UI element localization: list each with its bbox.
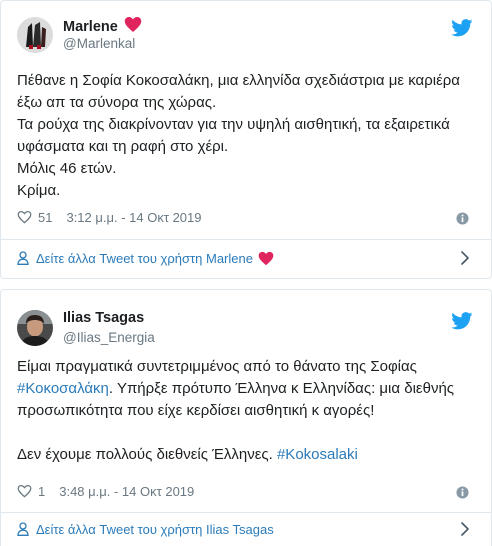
- info-icon[interactable]: [456, 486, 469, 499]
- chevron-right-icon[interactable]: [461, 251, 469, 265]
- tweet-meta: 51 3:12 μ.μ. - 14 Οκτ 2019: [17, 208, 202, 226]
- tweet-text-line: Μόλις 46 ετών.: [17, 160, 117, 177]
- tweet-text-line: υφάσματα και τη ραφή στο χέρι.: [17, 138, 229, 155]
- tweet-text: Είμαι πραγματικά συντετριμμένος από το θ…: [17, 356, 477, 466]
- info-icon[interactable]: [456, 212, 469, 225]
- more-tweets-link[interactable]: Δείτε άλλα Tweet του χρήστη Ilias Tsagas: [17, 519, 475, 539]
- author-name-text[interactable]: Marlene: [63, 19, 118, 35]
- tweet-card-ilias: Ilias Tsagas @Ilias_Energia Είμαι πραγμα…: [0, 289, 492, 546]
- user-icon: [17, 251, 29, 265]
- hashtag-link[interactable]: #Kokosalaki: [277, 446, 358, 463]
- tweet-text: Πέθανε η Σοφία Κοκοσαλάκη, μια ελληνίδα …: [17, 70, 477, 202]
- author-handle[interactable]: @Ilias_Energia: [63, 330, 155, 345]
- user-icon: [17, 522, 29, 536]
- like-heart-icon[interactable]: [17, 210, 32, 224]
- red-heart-icon: [258, 251, 274, 265]
- author-name[interactable]: Ilias Tsagas: [63, 310, 144, 326]
- tweet-text-line: Τα ρούχα της διακρίνονταν για την υψηλή …: [17, 116, 450, 133]
- tweet-timestamp[interactable]: 3:48 μ.μ. - 14 Οκτ 2019: [59, 484, 194, 499]
- tweet-timestamp[interactable]: 3:12 μ.μ. - 14 Οκτ 2019: [66, 210, 201, 225]
- divider: [1, 512, 492, 513]
- hashtag-link[interactable]: #Κοκοσαλάκη: [17, 380, 109, 397]
- tweet-text-fragment: . Υπήρξε πρότυπο Έλληνα κ Ελληνίδας: μια…: [108, 380, 455, 397]
- divider: [1, 239, 492, 240]
- tweet-text-line: Κρίμα.: [17, 182, 61, 199]
- more-tweets-label[interactable]: Δείτε άλλα Tweet του χρήστη Ilias Tsagas: [36, 522, 274, 537]
- like-count[interactable]: 1: [38, 484, 45, 499]
- tweet-text-line: προσωπικότητα που είχε κερδίσει αισθητικ…: [17, 402, 375, 419]
- avatar[interactable]: [17, 17, 53, 53]
- chevron-right-icon[interactable]: [461, 522, 469, 536]
- tweet-text-line: Είμαι πραγματικά συντετριμμένος από το θ…: [17, 358, 417, 375]
- red-heart-icon: [124, 17, 142, 32]
- tweet-text-blank-line: [17, 422, 477, 444]
- author-handle[interactable]: @Marlenkal: [63, 36, 135, 51]
- twitter-bird-icon[interactable]: [451, 19, 473, 37]
- tweet-text-line: #Κοκοσαλάκη. Υπήρξε πρότυπο Έλληνα κ Ελλ…: [17, 378, 477, 400]
- like-count[interactable]: 51: [38, 210, 52, 225]
- tweet-text-line: Δεν έχουμε πολλούς διεθνείς Έλληνες. #Ko…: [17, 444, 477, 466]
- more-tweets-label[interactable]: Δείτε άλλα Tweet του χρήστη Marlene: [36, 251, 253, 266]
- more-tweets-link[interactable]: Δείτε άλλα Tweet του χρήστη Marlene: [17, 248, 475, 268]
- tweet-meta: 1 3:48 μ.μ. - 14 Οκτ 2019: [17, 482, 194, 500]
- tweet-card-marlene: Marlene @Marlenkal Πέθανε η Σοφία Κοκοσα…: [0, 0, 492, 279]
- tweet-text-line: έξω απ τα σύνορα της χώρας.: [17, 94, 217, 111]
- avatar[interactable]: [17, 310, 53, 346]
- twitter-bird-icon[interactable]: [451, 312, 473, 330]
- tweet-text-line: Πέθανε η Σοφία Κοκοσαλάκη, μια ελληνίδα …: [17, 72, 460, 89]
- tweet-text-fragment: Δεν έχουμε πολλούς διεθνείς Έλληνες.: [17, 446, 277, 463]
- like-heart-icon[interactable]: [17, 484, 32, 498]
- author-name[interactable]: Marlene: [63, 16, 142, 35]
